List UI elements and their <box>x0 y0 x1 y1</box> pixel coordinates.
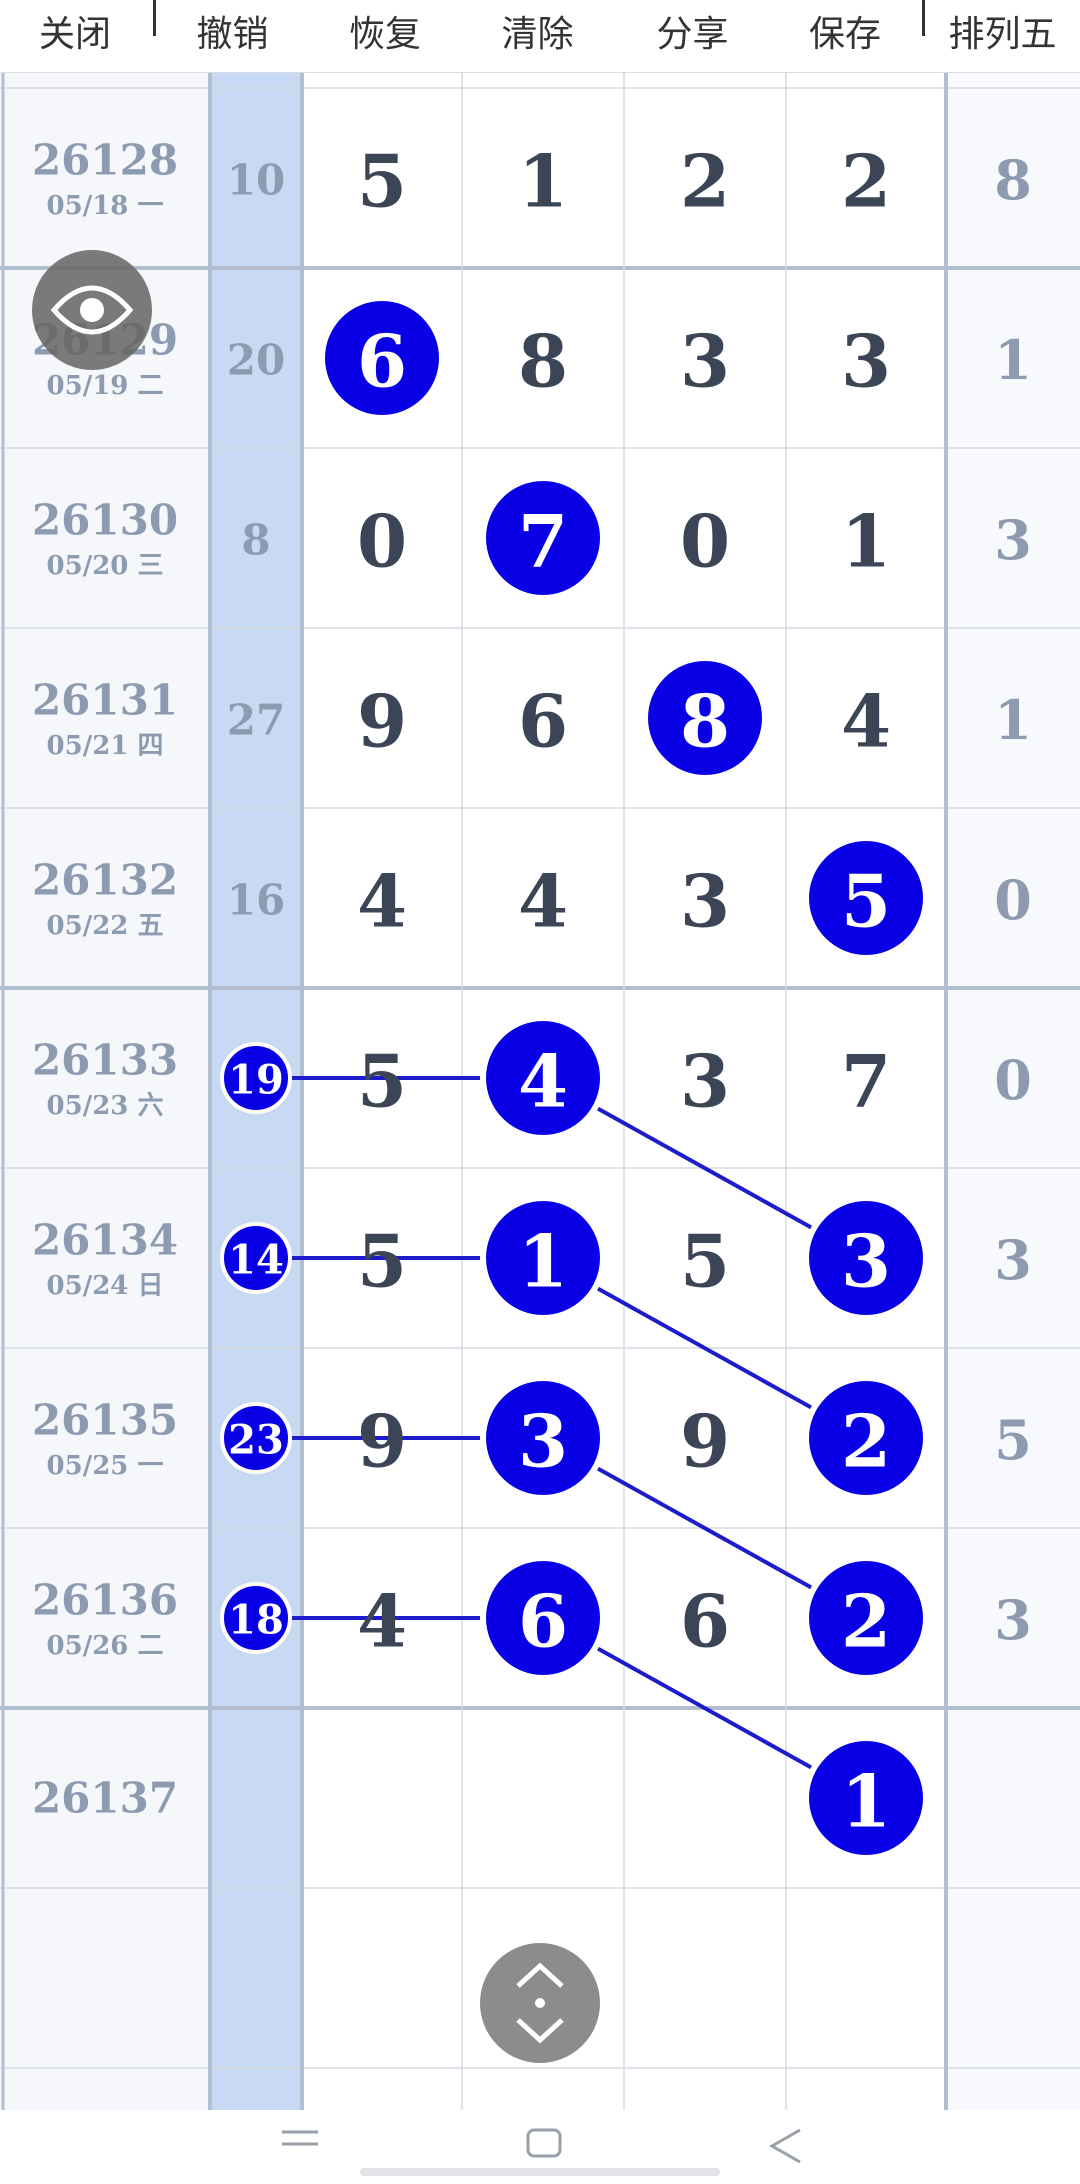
digit-cell: 9 <box>680 1399 730 1484</box>
marked-ball-value: 3 <box>841 1219 891 1304</box>
digit-cell: 9 <box>357 1399 407 1484</box>
digit-cell: 5 <box>357 1039 407 1124</box>
fifth-digit: 1 <box>994 688 1032 752</box>
home-icon[interactable] <box>526 2128 562 2158</box>
digit-cell: 2 <box>680 139 730 224</box>
issue-date: 05/20 三 <box>47 551 164 581</box>
fifth-digit: 1 <box>994 328 1032 392</box>
digit-cell: 4 <box>841 679 891 764</box>
digit-cell: 4 <box>357 859 407 944</box>
sum-value: 20 <box>227 336 285 385</box>
digit-cell: 8 <box>680 679 730 764</box>
sum-value: 8 <box>241 516 270 565</box>
digit-cell: 0 <box>680 499 730 584</box>
digit-cell: 2 <box>841 139 891 224</box>
fifth-digit: 0 <box>994 1048 1032 1112</box>
digit-cell: 6 <box>518 679 568 764</box>
digit-cell: 3 <box>680 859 730 944</box>
fifth-digit: 3 <box>994 508 1032 572</box>
issue-date: 05/21 四 <box>47 731 164 761</box>
fifth-digit: 3 <box>994 1228 1032 1292</box>
toolbar: 关闭 撤销 恢复 清除 分享 保存 排列五 <box>0 0 1080 73</box>
issue-number: 26133 <box>32 1036 178 1085</box>
issue-number: 26132 <box>32 856 178 905</box>
issue-number: 26137 <box>32 1774 178 1823</box>
issue-number: 26134 <box>32 1216 178 1265</box>
lottery-title: 排列五 <box>948 14 1057 55</box>
digit-cell: 4 <box>357 1579 407 1664</box>
issue-date: 05/18 一 <box>47 191 164 221</box>
sum-value: 19 <box>228 1057 284 1104</box>
digit-cell: 6 <box>680 1579 730 1664</box>
digit-cell: 5 <box>841 859 891 944</box>
eye-toggle-button[interactable] <box>32 250 152 370</box>
sum-value: 10 <box>227 156 285 205</box>
digit-cell: 6 <box>357 319 407 404</box>
issue-number: 26135 <box>32 1396 178 1445</box>
digit-cell: 1 <box>518 1219 568 1304</box>
fifth-digit: 5 <box>994 1408 1032 1472</box>
digit-cell: 3 <box>680 319 730 404</box>
sum-value: 14 <box>228 1237 284 1284</box>
redo-button[interactable]: 恢复 <box>310 0 460 72</box>
issue-number: 26131 <box>32 676 178 725</box>
lottery-trend-chart[interactable]: 2612705/17 日18936032612805/18 一105122826… <box>0 0 1080 2110</box>
issue-date: 05/23 六 <box>47 1091 164 1121</box>
fifth-digit: 3 <box>994 1588 1032 1652</box>
gesture-bar <box>360 2168 720 2176</box>
digit-cell: 3 <box>680 1039 730 1124</box>
close-button[interactable]: 关闭 <box>0 0 150 72</box>
digit-cell: 7 <box>841 1039 891 1124</box>
marked-ball-value: 2 <box>841 1399 891 1484</box>
digit-cell: 9 <box>357 679 407 764</box>
share-button[interactable]: 分享 <box>615 0 770 72</box>
scroll-dot <box>535 1998 545 2008</box>
sum-value: 18 <box>228 1597 284 1644</box>
marked-ball-value: 1 <box>841 1759 891 1844</box>
scroll-button[interactable] <box>480 1943 600 2063</box>
menu-icon[interactable] <box>282 2130 318 2146</box>
eye-pupil <box>80 298 104 322</box>
system-navigation-bar <box>0 2110 1080 2180</box>
issue-date: 05/24 日 <box>47 1271 164 1301</box>
issue-number: 26136 <box>32 1576 178 1625</box>
issue-date: 05/19 二 <box>47 371 164 401</box>
issue-number: 26128 <box>32 136 178 185</box>
marked-ball-value: 2 <box>841 1579 891 1664</box>
digit-cell: 7 <box>518 499 568 584</box>
digit-cell: 6 <box>518 1579 568 1664</box>
digit-cell: 8 <box>518 319 568 404</box>
back-icon[interactable] <box>768 2128 801 2164</box>
fifth-digit: 8 <box>994 148 1032 212</box>
digit-cell: 0 <box>357 499 407 584</box>
digit-cell: 5 <box>357 139 407 224</box>
sum-value: 16 <box>227 876 285 925</box>
digit-cell: 1 <box>518 139 568 224</box>
digit-cell: 1 <box>841 499 891 584</box>
sum-value: 27 <box>227 696 285 745</box>
sum-value: 23 <box>228 1417 284 1464</box>
digit-cell: 5 <box>357 1219 407 1304</box>
undo-button[interactable]: 撤销 <box>155 0 310 72</box>
digit-cell: 5 <box>680 1219 730 1304</box>
digit-cell: 4 <box>518 1039 568 1124</box>
digit-cell: 3 <box>518 1399 568 1484</box>
issue-date: 05/25 一 <box>47 1451 164 1481</box>
digit-cell: 3 <box>841 319 891 404</box>
clear-button[interactable]: 清除 <box>460 0 615 72</box>
digit-cell: 4 <box>518 859 568 944</box>
fifth-digit: 0 <box>994 868 1032 932</box>
issue-number: 26130 <box>32 496 178 545</box>
issue-date: 05/26 二 <box>47 1631 164 1661</box>
issue-date: 05/22 五 <box>47 911 164 941</box>
save-button[interactable]: 保存 <box>770 0 920 72</box>
